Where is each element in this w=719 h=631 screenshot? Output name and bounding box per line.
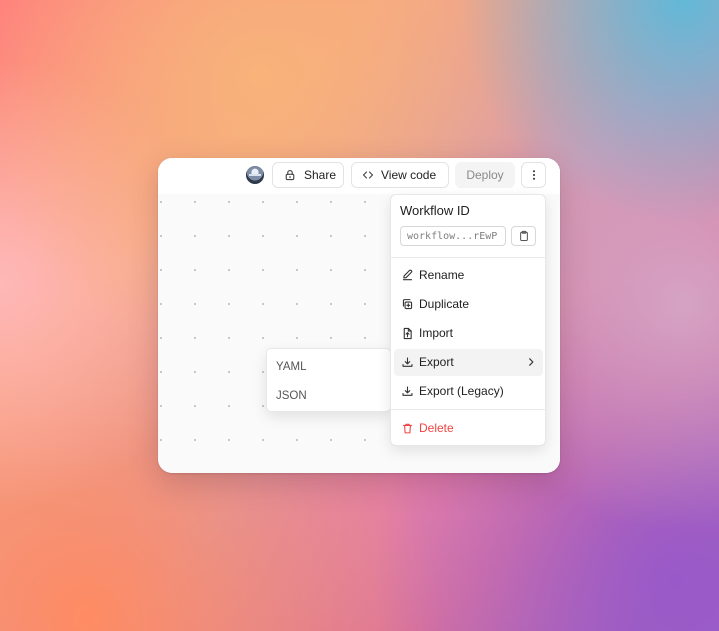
export-legacy-label: Export (Legacy) (419, 384, 504, 398)
code-icon (362, 171, 374, 179)
import-label: Import (419, 326, 454, 340)
view-code-button[interactable]: View code (351, 162, 449, 188)
edit-icon (402, 269, 413, 281)
clipboard-icon (520, 230, 528, 242)
workflow-toolbar: Share View code Deploy (158, 158, 560, 195)
view-code-label: View code (381, 168, 437, 182)
import-file-icon (403, 327, 412, 340)
duplicate-label: Duplicate (419, 297, 470, 311)
export-json-item[interactable]: JSON (276, 384, 380, 408)
export-legacy-menu-item[interactable]: Export (Legacy) (394, 378, 543, 405)
export-label: Export (419, 355, 454, 369)
duplicate-menu-item[interactable]: Duplicate (394, 291, 543, 318)
import-menu-item[interactable]: Import (394, 320, 543, 347)
delete-label: Delete (419, 421, 454, 435)
copy-workflow-id-button[interactable] (511, 226, 536, 246)
workflow-id-field[interactable] (400, 226, 506, 246)
share-button[interactable]: Share (272, 162, 344, 188)
delete-menu-item[interactable]: Delete (394, 415, 543, 442)
deploy-label: Deploy (466, 168, 504, 182)
lock-icon (285, 169, 295, 181)
export-submenu: YAML JSON (266, 348, 391, 412)
deploy-button[interactable]: Deploy (455, 162, 515, 188)
menu-divider (391, 257, 547, 258)
rename-label: Rename (419, 268, 465, 282)
user-avatar[interactable] (246, 166, 264, 184)
trash-icon (402, 423, 413, 434)
duplicate-icon (402, 299, 413, 310)
download-icon (402, 357, 413, 367)
export-menu-item[interactable]: Export (394, 349, 543, 376)
export-yaml-item[interactable]: YAML (276, 355, 380, 379)
menu-divider (391, 409, 547, 410)
more-options-button[interactable] (521, 162, 546, 188)
more-vertical-icon (532, 170, 536, 180)
chevron-right-icon (529, 358, 534, 366)
download-icon (402, 386, 413, 396)
workflow-options-menu: Workflow ID Rename Duplicate Import (390, 194, 547, 446)
workflow-id-title: Workflow ID (400, 203, 470, 218)
rename-menu-item[interactable]: Rename (394, 262, 543, 289)
share-label: Share (304, 168, 337, 182)
